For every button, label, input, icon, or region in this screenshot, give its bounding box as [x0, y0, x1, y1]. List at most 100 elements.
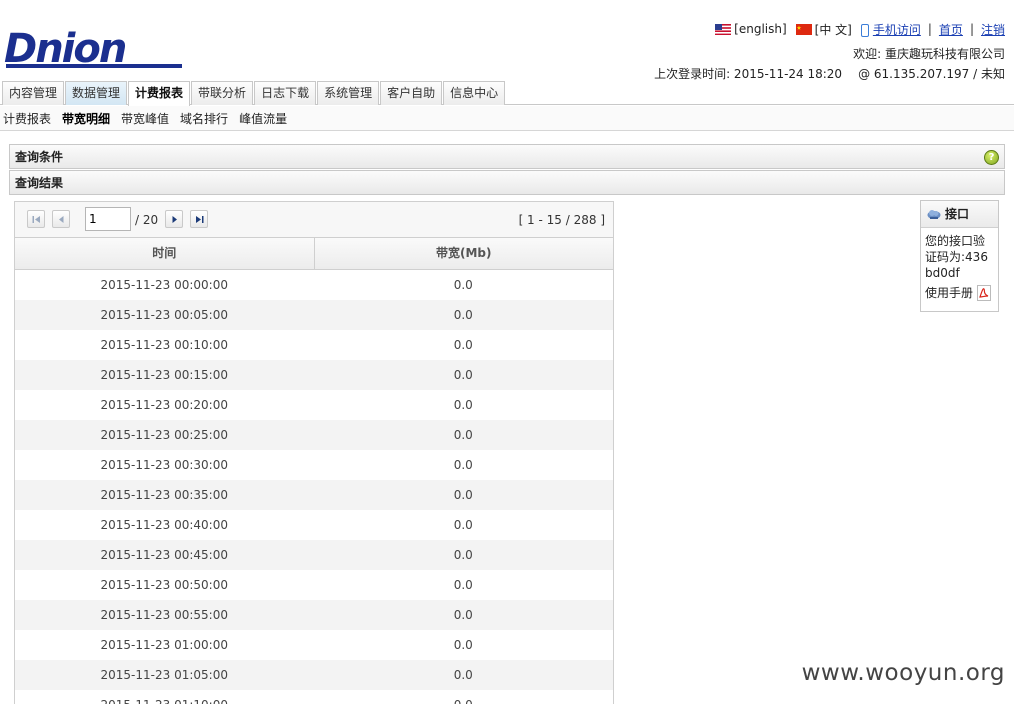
query-conditions-header[interactable]: 查询条件 [9, 144, 1005, 170]
user-manual-link[interactable]: 使用手册 [925, 285, 994, 301]
mobile-icon [860, 23, 869, 37]
login-ip: @ 61.135.207.197 / 未知 [858, 67, 1005, 81]
tab-customer-self-service[interactable]: 客户自助 [380, 81, 443, 105]
tab-content-management[interactable]: 内容管理 [2, 81, 65, 105]
prev-page-button[interactable] [52, 210, 70, 228]
table-row: 2015-11-23 00:50:00 0.0 [15, 570, 613, 600]
tab-data-management[interactable]: 数据管理 [65, 81, 128, 105]
page-number-input[interactable] [85, 207, 131, 231]
pager: / 20 [ 1 - 15 / 288 ] [15, 202, 613, 238]
us-flag-icon [715, 23, 732, 35]
column-header-time[interactable]: 时间 [15, 238, 314, 269]
column-header-bandwidth[interactable]: 带宽(Mb) [313, 238, 614, 269]
table-body: 2015-11-23 00:00:00 0.0 2015-11-23 00:05:… [15, 270, 613, 704]
api-verification-code: 您的接口验证码为:436bd0df [925, 234, 988, 280]
lang-chinese[interactable]: [中 文] [795, 21, 852, 38]
welcome-text: 欢迎: 重庆趣玩科技有限公司 [853, 47, 1005, 61]
user-manual-label: 使用手册 [925, 286, 974, 300]
main-tabs: 内容管理 数据管理 计费报表 带联分析 日志下载 系统管理 客户自助 信息中心 [0, 81, 1014, 106]
cell-bandwidth: 0.0 [453, 458, 473, 472]
api-panel: 接口 您的接口验证码为:436bd0df 使用手册 [920, 200, 999, 312]
query-results-title: 查询结果 [15, 176, 64, 190]
table-header: 时间 带宽(Mb) [15, 238, 613, 270]
last-login-time: 上次登录时间: 2015-11-24 18:20 [654, 67, 843, 81]
cell-time: 2015-11-23 00:25:00 [100, 428, 228, 442]
cell-time: 2015-11-23 00:50:00 [100, 578, 228, 592]
cell-time: 2015-11-23 00:00:00 [100, 278, 228, 292]
cell-bandwidth: 0.0 [453, 548, 473, 562]
table-row: 2015-11-23 00:25:00 0.0 [15, 420, 613, 450]
tab-bandwidth-analysis[interactable]: 带联分析 [191, 81, 254, 105]
cell-bandwidth: 0.0 [453, 368, 473, 382]
table-row: 2015-11-23 00:15:00 0.0 [15, 360, 613, 390]
home-link[interactable]: 首页 [939, 21, 963, 38]
last-page-icon [196, 216, 204, 223]
api-panel-body: 您的接口验证码为:436bd0df 使用手册 [921, 228, 998, 306]
last-page-button[interactable] [190, 210, 208, 228]
table-row: 2015-11-23 00:30:00 0.0 [15, 450, 613, 480]
table-row: 2015-11-23 00:20:00 0.0 [15, 390, 613, 420]
cell-bandwidth: 0.0 [314, 690, 614, 704]
table-row: 2015-11-23 00:45:00 0.0 [15, 540, 613, 570]
query-results-header: 查询结果 [9, 170, 1005, 195]
separator: | [969, 22, 974, 36]
cell-time: 2015-11-23 00:20:00 [100, 398, 228, 412]
cell-time: 2015-11-23 00:40:00 [100, 518, 228, 532]
table-row: 2015-11-23 01:10:000.0 [15, 690, 613, 704]
subnav-billing-report[interactable]: 计费报表 [3, 110, 51, 127]
table-row: 2015-11-23 00:05:00 0.0 [15, 300, 613, 330]
cell-bandwidth: 0.0 [453, 578, 473, 592]
cell-time: 2015-11-23 01:05:00 [100, 668, 228, 682]
cell-bandwidth: 0.0 [453, 488, 473, 502]
cell-time: 2015-11-23 00:15:00 [100, 368, 228, 382]
subnav-bandwidth-detail[interactable]: 带宽明细 [62, 110, 110, 127]
first-page-icon [32, 216, 40, 223]
tab-system-management[interactable]: 系统管理 [317, 81, 380, 105]
cell-bandwidth: 0.0 [453, 398, 473, 412]
record-range: [ 1 - 15 / 288 ] [518, 213, 605, 227]
mobile-access-link[interactable]: 手机访问 [873, 21, 921, 38]
cell-bandwidth: 0.0 [453, 638, 473, 652]
tab-billing-report[interactable]: 计费报表 [128, 81, 191, 106]
separator: | [927, 22, 932, 36]
lang-english[interactable]: [english] [715, 22, 787, 36]
tab-info-center[interactable]: 信息中心 [443, 81, 506, 105]
subnav-peak-traffic[interactable]: 峰值流量 [239, 110, 287, 127]
cell-time: 2015-11-23 01:00:00 [100, 638, 228, 652]
table-row: 2015-11-23 00:10:00 0.0 [15, 330, 613, 360]
tab-log-download[interactable]: 日志下载 [254, 81, 317, 105]
lang-english-label: [english] [734, 22, 787, 36]
last-login-info: 上次登录时间: 2015-11-24 18:20 @ 61.135.207.197… [654, 65, 1005, 82]
api-panel-header: 接口 [921, 201, 998, 228]
cell-bandwidth: 0.0 [453, 518, 473, 532]
lang-chinese-label: [中 文] [814, 22, 852, 37]
subnav-bandwidth-peak[interactable]: 带宽峰值 [121, 110, 169, 127]
table-row: 2015-11-23 00:55:00 0.0 [15, 600, 613, 630]
table-row: 2015-11-23 01:05:00 0.0 [15, 660, 613, 690]
cell-time: 2015-11-23 00:30:00 [100, 458, 228, 472]
next-page-icon [172, 216, 177, 223]
table-row: 2015-11-23 00:35:00 0.0 [15, 480, 613, 510]
cell-bandwidth: 0.0 [453, 278, 473, 292]
query-conditions-title: 查询条件 [15, 150, 64, 164]
pdf-icon [977, 285, 992, 301]
cn-flag-icon [795, 23, 812, 35]
table-row: 2015-11-23 00:40:00 0.0 [15, 510, 613, 540]
logout-link[interactable]: 注销 [981, 21, 1005, 38]
cell-time: 2015-11-23 00:05:00 [100, 308, 228, 322]
total-pages: / 20 [135, 213, 159, 227]
prev-page-icon [59, 216, 64, 223]
watermark: www.wooyun.org [801, 660, 1005, 686]
subnav-domain-ranking[interactable]: 域名排行 [180, 110, 228, 127]
dnion-logo: Dnion [4, 28, 182, 70]
cell-time: 2015-11-23 00:55:00 [100, 608, 228, 622]
table-row: 2015-11-23 01:00:00 0.0 [15, 630, 613, 660]
cell-bandwidth: 0.0 [453, 308, 473, 322]
sub-nav: 计费报表 带宽明细 带宽峰值 域名排行 峰值流量 [0, 106, 1014, 131]
next-page-button[interactable] [165, 210, 183, 228]
help-icon[interactable] [984, 146, 999, 170]
cell-time: 2015-11-23 00:45:00 [100, 548, 228, 562]
cell-time: 2015-11-23 01:10:00 [15, 690, 314, 704]
first-page-button[interactable] [27, 210, 45, 228]
cell-bandwidth: 0.0 [453, 608, 473, 622]
